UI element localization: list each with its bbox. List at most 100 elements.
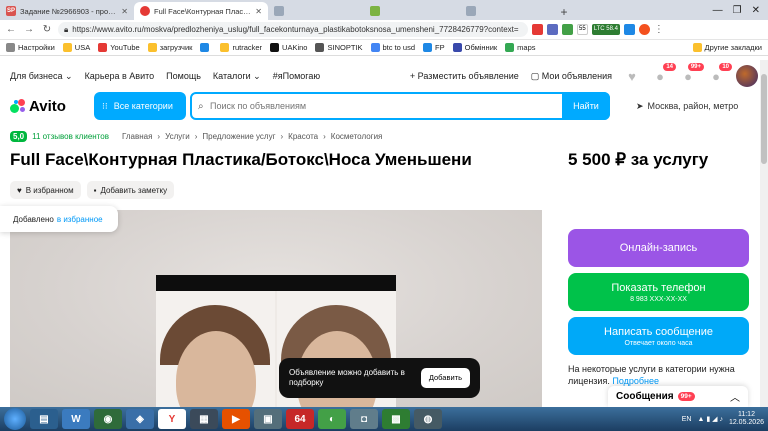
bookmark-item[interactable]: YouTube <box>98 43 140 52</box>
post-ad-link[interactable]: + Разместить объявление <box>410 71 519 81</box>
breadcrumb-item[interactable]: Косметология <box>331 132 383 141</box>
my-ads-link[interactable]: ▢ Мои объявления <box>531 71 612 82</box>
messages-panel[interactable]: Сообщения 99+ ︿ <box>608 386 748 407</box>
link-label: Для бизнеса <box>10 70 63 81</box>
page-scrollbar[interactable] <box>760 60 768 407</box>
minimize-icon[interactable]: — <box>713 5 723 16</box>
app-icon[interactable]: ◍ <box>414 409 442 429</box>
explorer-icon[interactable]: ▤ <box>30 409 58 429</box>
page-favicon-icon <box>466 6 476 16</box>
app-icon[interactable]: ▣ <box>254 409 282 429</box>
profile-icon[interactable] <box>638 24 650 35</box>
book-online-button[interactable]: Онлайн-запись <box>568 229 749 267</box>
media-player-icon[interactable]: ▶ <box>222 409 250 429</box>
exchange-icon <box>452 43 462 52</box>
extension-badge[interactable]: 55 <box>577 24 588 35</box>
bookmark-item[interactable]: загрузчик <box>147 43 192 52</box>
chevron-up-icon[interactable]: ︿ <box>730 389 740 404</box>
app-icon[interactable]: ◈ <box>126 409 154 429</box>
scrollbar-thumb[interactable] <box>761 74 767 164</box>
language-indicator[interactable]: EN <box>682 416 692 423</box>
ltc-badge[interactable]: LTC 58.4 <box>591 24 620 35</box>
write-message-button[interactable]: Написать сообщение Отвечает около часа <box>568 317 749 355</box>
bookmark-item[interactable]: SINOPTIK <box>315 43 363 52</box>
app-icon[interactable]: ▩ <box>382 409 410 429</box>
reviews-link[interactable]: 11 отзывов клиентов <box>32 132 109 141</box>
address-bar[interactable]: 🔒︎ https://www.avito.ru/moskva/predlozhe… <box>58 22 528 37</box>
bookmark-label: Обмінник <box>464 43 498 52</box>
extension-icon[interactable] <box>623 24 635 35</box>
location-selector[interactable]: ➤ Москва, район, метро <box>636 101 738 112</box>
avito-logo[interactable]: Avito <box>10 98 94 115</box>
career-link[interactable]: Карьера в Авито <box>85 71 155 81</box>
favorites-link[interactable]: в избранное <box>57 215 103 224</box>
favorite-button[interactable]: ♥ В избранном <box>10 181 81 199</box>
add-to-collection-button[interactable]: Добавить <box>420 368 470 388</box>
browser-tab-5[interactable] <box>460 2 556 20</box>
breadcrumb-item[interactable]: Красота <box>288 132 318 141</box>
other-bookmarks[interactable]: Другие закладки <box>692 43 762 52</box>
notifications-icon[interactable]: ● 14 <box>652 63 676 84</box>
start-button[interactable] <box>4 408 26 430</box>
bookmark-item[interactable]: UAKino <box>270 43 307 52</box>
bookmark-item[interactable]: USA <box>62 43 90 52</box>
close-tab-icon[interactable]: ✕ <box>255 7 262 16</box>
tray-icons[interactable]: ▲ ▮ ◢ ♪ <box>697 415 723 423</box>
link-label: Разместить объявление <box>417 71 519 81</box>
bookmark-item[interactable]: maps <box>505 43 536 52</box>
extension-icon[interactable] <box>532 24 543 35</box>
help-link[interactable]: Помощь <box>166 71 201 81</box>
breadcrumb-item[interactable]: Предложение услуг <box>202 132 275 141</box>
menu-dots-icon[interactable]: ⋮ <box>654 24 664 35</box>
cart-badge: 10 <box>719 63 732 71</box>
cart-icon[interactable]: ● 10 <box>708 63 732 84</box>
extension-icon[interactable] <box>562 24 573 35</box>
avito-top-nav: Для бизнеса ⌄ Карьера в Авито Помощь Кат… <box>0 60 768 92</box>
yandex-icon[interactable]: Y <box>158 409 186 429</box>
fp-icon <box>423 43 433 52</box>
breadcrumb-item[interactable]: Услуги <box>165 132 190 141</box>
clock[interactable]: 11:12 12.05.2026 <box>729 411 764 426</box>
app-icon[interactable]: W <box>62 409 90 429</box>
forward-icon[interactable]: → <box>22 23 36 37</box>
chrome-icon[interactable]: ◉ <box>94 409 122 429</box>
reload-icon[interactable]: ↻ <box>40 23 54 37</box>
bookmark-label: Настройки <box>18 43 55 52</box>
bookmark-item[interactable]: rutracker <box>220 43 262 52</box>
more-link[interactable]: Подробнее <box>612 376 659 386</box>
system-tray: EN ▲ ▮ ◢ ♪ 11:12 12.05.2026 <box>682 411 764 426</box>
catalogs-link[interactable]: Каталоги ⌄ <box>213 71 261 82</box>
bookmark-item[interactable]: btc to usd <box>370 43 415 52</box>
breadcrumb-item[interactable]: Главная <box>122 132 152 141</box>
browser-tab-1[interactable]: SP Задание №2966903 - просмотр з ✕ <box>0 2 134 20</box>
back-icon[interactable]: ← <box>4 23 18 37</box>
all-categories-button[interactable]: ⁝⁝ Все категории <box>94 92 186 120</box>
app-icon[interactable]: ▦ <box>190 409 218 429</box>
avatar[interactable] <box>736 65 758 87</box>
app-64-icon[interactable]: 64 <box>286 409 314 429</box>
bookmark-item[interactable]: Настройки <box>6 43 55 52</box>
browser-tab-2[interactable]: Full Face\Контурная Пластика/Бо ✕ <box>134 2 268 20</box>
show-phone-button[interactable]: Показать телефон 8 983 XXX-XX-XX <box>568 273 749 311</box>
search-button[interactable]: Найти <box>562 92 610 120</box>
bookmark-item[interactable]: Обмінник <box>452 43 498 52</box>
messages-label: Сообщения <box>616 391 674 402</box>
browser-tab-4[interactable] <box>364 2 460 20</box>
search-input[interactable] <box>206 95 608 117</box>
ihelp-link[interactable]: #яПомогаю <box>273 71 320 81</box>
browser-tab-3[interactable] <box>268 2 364 20</box>
for-business-link[interactable]: Для бизнеса ⌄ <box>10 71 73 82</box>
bookmark-item[interactable]: FP <box>423 43 445 52</box>
app-icon[interactable]: ◘ <box>350 409 378 429</box>
favorites-icon[interactable]: ♥ <box>624 69 640 84</box>
close-window-icon[interactable]: ✕ <box>752 5 760 16</box>
maximize-icon[interactable]: ❐ <box>733 5 742 16</box>
extension-icon[interactable] <box>547 24 558 35</box>
app-icon[interactable]: ◐ <box>318 409 346 429</box>
bookmark-item[interactable] <box>200 43 212 52</box>
close-tab-icon[interactable]: ✕ <box>121 7 128 16</box>
messages-icon[interactable]: ● 99+ <box>680 63 704 84</box>
add-note-button[interactable]: ▪ Добавить заметку <box>86 181 175 199</box>
new-tab-icon[interactable]: + <box>556 4 572 20</box>
item-actions: ♥ В избранном ▪ Добавить заметку <box>10 181 175 199</box>
